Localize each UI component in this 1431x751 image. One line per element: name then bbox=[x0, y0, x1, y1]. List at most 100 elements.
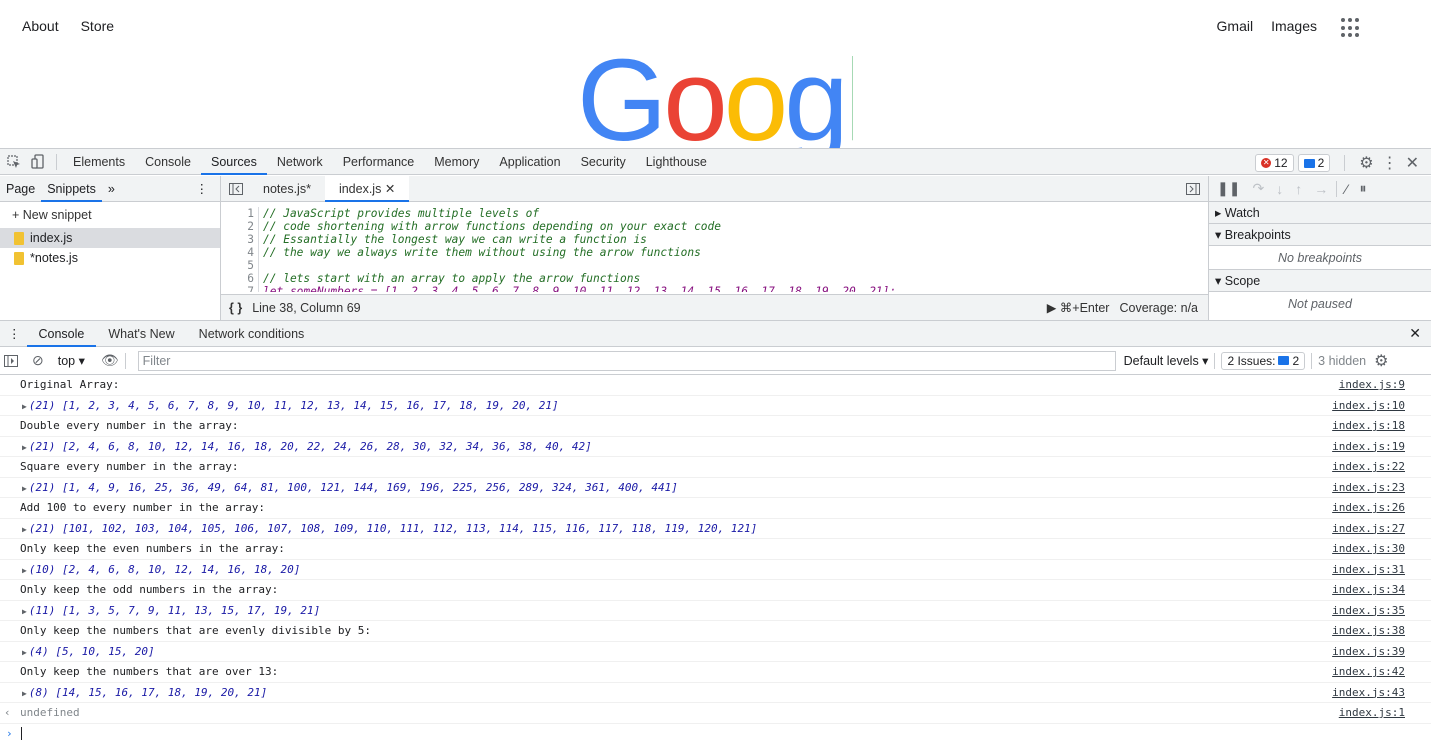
array-value[interactable]: ▶ (21) [101, 102, 103, 104, 105, 106, 107… bbox=[22, 522, 757, 535]
source-link[interactable]: index.js:43 bbox=[1332, 686, 1405, 699]
source-link[interactable]: index.js:26 bbox=[1332, 501, 1405, 514]
step-icon[interactable]: → bbox=[1314, 181, 1328, 197]
source-link[interactable]: index.js:19 bbox=[1332, 440, 1405, 453]
clear-console-icon[interactable]: ⊘ bbox=[32, 352, 44, 369]
console-message[interactable]: ▶ (10) [2, 4, 6, 8, 10, 12, 14, 16, 18, 2… bbox=[0, 560, 1431, 580]
console-prompt[interactable]: › bbox=[0, 724, 1431, 744]
issue-count-badge[interactable]: 2 bbox=[1297, 154, 1331, 172]
console-message[interactable]: ▶ (11) [1, 3, 5, 7, 9, 11, 13, 15, 17, 19… bbox=[0, 601, 1431, 621]
pause-on-exceptions-icon[interactable]: ⏸ bbox=[1360, 180, 1367, 197]
source-link[interactable]: index.js:27 bbox=[1332, 522, 1405, 535]
navigator-menu-icon[interactable]: ⋮ bbox=[190, 176, 215, 202]
about-link[interactable]: About bbox=[22, 18, 59, 34]
apps-grid-icon[interactable] bbox=[1341, 18, 1361, 38]
source-link[interactable]: index.js:34 bbox=[1332, 583, 1405, 596]
source-link[interactable]: index.js:22 bbox=[1332, 460, 1405, 473]
step-into-icon[interactable]: ↓ bbox=[1276, 181, 1283, 197]
expand-triangle-icon[interactable]: ▶ bbox=[22, 525, 27, 534]
close-tab-icon[interactable]: ✕ bbox=[385, 182, 395, 196]
deactivate-breakpoints-icon[interactable]: ⁄ bbox=[1345, 181, 1347, 197]
snippet-file-index[interactable]: index.js bbox=[0, 228, 220, 248]
issues-button[interactable]: 2 Issues: 2 bbox=[1221, 351, 1306, 370]
expand-triangle-icon[interactable]: ▶ bbox=[22, 443, 27, 452]
source-link[interactable]: index.js:30 bbox=[1332, 542, 1405, 555]
sidebar-toggle-icon[interactable] bbox=[4, 354, 18, 367]
tab-memory[interactable]: Memory bbox=[424, 149, 489, 175]
step-out-icon[interactable]: ↑ bbox=[1295, 181, 1302, 197]
array-value[interactable]: ▶ (4) [5, 10, 15, 20] bbox=[22, 645, 155, 658]
tab-page[interactable]: Page bbox=[0, 176, 41, 202]
drawer-tab-console[interactable]: Console bbox=[26, 321, 97, 347]
console-message[interactable]: ▶ (4) [5, 10, 15, 20] index.js:39 bbox=[0, 642, 1431, 662]
gmail-link[interactable]: Gmail bbox=[1217, 18, 1254, 34]
source-link[interactable]: index.js:1 bbox=[1339, 706, 1405, 719]
scope-section[interactable]: ▾ Scope bbox=[1209, 270, 1431, 292]
toggle-debugger-icon[interactable] bbox=[1186, 182, 1200, 195]
drawer-tab-whats-new[interactable]: What's New bbox=[96, 321, 186, 347]
console-message[interactable]: ▶ (21) [1, 4, 9, 16, 25, 36, 49, 64, 81, … bbox=[0, 478, 1431, 498]
tab-console[interactable]: Console bbox=[135, 149, 201, 175]
filter-input[interactable]: Filter bbox=[137, 350, 1116, 371]
run-snippet-button[interactable]: ▶ ⌘+Enter bbox=[1047, 300, 1110, 315]
console-message[interactable]: ▶ (21) [2, 4, 6, 8, 10, 12, 14, 16, 18, 2… bbox=[0, 437, 1431, 457]
expand-triangle-icon[interactable]: ▶ bbox=[22, 566, 27, 575]
context-selector[interactable]: top ▾ bbox=[58, 353, 85, 368]
tab-snippets[interactable]: Snippets bbox=[41, 176, 102, 202]
line-number[interactable]: 2 bbox=[221, 220, 259, 233]
inspect-element-icon[interactable] bbox=[6, 154, 22, 169]
line-number[interactable]: 7 bbox=[221, 285, 259, 292]
default-levels-dropdown[interactable]: Default levels ▾ bbox=[1124, 353, 1209, 368]
console-message[interactable]: ▶ (21) [1, 2, 3, 4, 5, 6, 7, 8, 9, 10, 11… bbox=[0, 396, 1431, 416]
source-link[interactable]: index.js:23 bbox=[1332, 481, 1405, 494]
editor-tab-index[interactable]: index.js ✕ bbox=[324, 175, 410, 202]
expand-triangle-icon[interactable]: ▶ bbox=[22, 484, 27, 493]
close-drawer-icon[interactable]: ✕ bbox=[1409, 325, 1421, 342]
line-number[interactable]: 5 bbox=[221, 259, 259, 272]
array-value[interactable]: ▶ (21) [1, 2, 3, 4, 5, 6, 7, 8, 9, 10, 11… bbox=[22, 399, 559, 412]
tab-sources[interactable]: Sources bbox=[200, 149, 267, 175]
device-toggle-icon[interactable] bbox=[30, 153, 46, 170]
tab-lighthouse[interactable]: Lighthouse bbox=[636, 149, 717, 175]
array-value[interactable]: ▶ (21) [1, 4, 9, 16, 25, 36, 49, 64, 81, … bbox=[22, 481, 678, 494]
tab-security[interactable]: Security bbox=[571, 149, 636, 175]
breakpoints-section[interactable]: ▾ Breakpoints bbox=[1209, 224, 1431, 246]
array-value[interactable]: ▶ (21) [2, 4, 6, 8, 10, 12, 14, 16, 18, 2… bbox=[22, 440, 592, 453]
source-link[interactable]: index.js:10 bbox=[1332, 399, 1405, 412]
new-snippet-button[interactable]: + New snippet bbox=[0, 202, 220, 228]
close-devtools-icon[interactable]: ✕ bbox=[1406, 153, 1419, 173]
array-value[interactable]: ▶ (8) [14, 15, 16, 17, 18, 19, 20, 21] bbox=[22, 686, 267, 699]
expand-triangle-icon[interactable]: ▶ bbox=[22, 607, 27, 616]
source-link[interactable]: index.js:35 bbox=[1332, 604, 1405, 617]
more-tabs-chevron-icon[interactable]: » bbox=[102, 176, 121, 202]
source-link[interactable]: index.js:31 bbox=[1332, 563, 1405, 576]
pretty-print-icon[interactable]: { } bbox=[229, 301, 242, 315]
console-settings-gear-icon[interactable]: ⚙ bbox=[1374, 351, 1388, 371]
code-area[interactable]: 1 // JavaScript provides multiple levels … bbox=[221, 202, 1208, 292]
watch-section[interactable]: ▸ Watch bbox=[1209, 202, 1431, 224]
line-number[interactable]: 6 bbox=[221, 272, 259, 285]
source-link[interactable]: index.js:38 bbox=[1332, 624, 1405, 637]
tab-application[interactable]: Application bbox=[489, 149, 570, 175]
console-message[interactable]: ▶ (8) [14, 15, 16, 17, 18, 19, 20, 21] ind… bbox=[0, 683, 1431, 703]
line-number[interactable]: 1 bbox=[221, 207, 259, 220]
toggle-navigator-icon[interactable] bbox=[229, 182, 243, 195]
tab-elements[interactable]: Elements bbox=[63, 149, 135, 175]
array-value[interactable]: ▶ (10) [2, 4, 6, 8, 10, 12, 14, 16, 18, 2… bbox=[22, 563, 300, 576]
console-message[interactable]: ▶ (21) [101, 102, 103, 104, 105, 106, 107… bbox=[0, 519, 1431, 539]
more-options-icon[interactable]: ⋮ bbox=[1382, 153, 1398, 173]
error-count-badge[interactable]: ✕ 12 bbox=[1255, 154, 1294, 172]
editor-tab-notes[interactable]: notes.js* bbox=[249, 176, 325, 202]
line-number[interactable]: 4 bbox=[221, 246, 259, 259]
pause-icon[interactable]: ❚❚ bbox=[1217, 180, 1240, 197]
step-over-icon[interactable]: ↷ bbox=[1252, 180, 1264, 197]
expand-triangle-icon[interactable]: ▶ bbox=[22, 689, 27, 698]
array-value[interactable]: ▶ (11) [1, 3, 5, 7, 9, 11, 13, 15, 17, 19… bbox=[22, 604, 320, 617]
drawer-menu-icon[interactable]: ⋮ bbox=[0, 326, 27, 341]
source-link[interactable]: index.js:39 bbox=[1332, 645, 1405, 658]
source-link[interactable]: index.js:18 bbox=[1332, 419, 1405, 432]
snippet-file-notes[interactable]: *notes.js bbox=[0, 248, 220, 268]
expand-triangle-icon[interactable]: ▶ bbox=[22, 648, 27, 657]
images-link[interactable]: Images bbox=[1271, 18, 1317, 34]
settings-gear-icon[interactable]: ⚙ bbox=[1359, 153, 1373, 173]
drawer-tab-network-conditions[interactable]: Network conditions bbox=[187, 321, 317, 347]
